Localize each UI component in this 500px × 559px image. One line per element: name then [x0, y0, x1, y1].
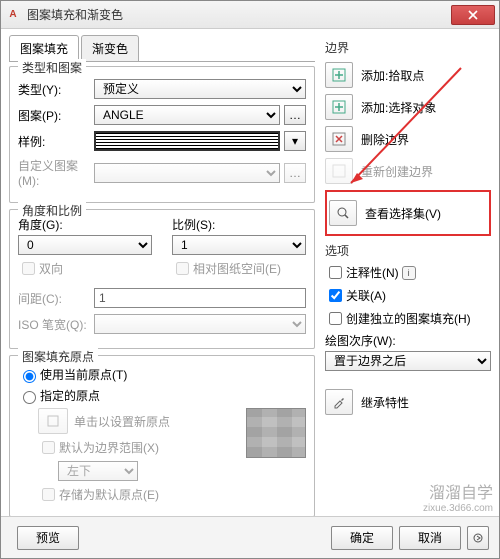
group-type-pattern: 类型和图案 类型(Y): 预定义 图案(P): ANGLE … 样例: [9, 66, 315, 203]
group-angle-scale: 角度和比例 角度(G): 0 比例(S): 1 双向 相对图纸空间(E) [9, 209, 315, 349]
use-current-origin-radio[interactable] [23, 370, 36, 383]
paper-space-checkbox [176, 262, 189, 275]
view-selection-label: 查看选择集(V) [365, 205, 441, 222]
annotative-checkbox[interactable] [329, 266, 342, 279]
preview-button[interactable]: 预览 [17, 526, 79, 550]
store-default-label: 存储为默认原点(E) [59, 486, 159, 503]
watermark: 溜溜自学 zixue.3d66.com [423, 479, 493, 514]
info-icon[interactable]: i [402, 266, 416, 280]
type-label: 类型(Y): [18, 81, 94, 98]
spacing-label: 间距(C): [18, 290, 94, 307]
options-header: 选项 [325, 242, 491, 259]
watermark-text: 溜溜自学 [423, 479, 493, 503]
sample-swatch[interactable] [94, 131, 280, 151]
cancel-button[interactable]: 取消 [399, 526, 461, 550]
custom-pattern-label: 自定义图案(M): [18, 157, 94, 188]
angle-select[interactable]: 0 [18, 235, 152, 255]
recreate-boundary-button [325, 158, 353, 184]
close-button[interactable] [451, 5, 495, 25]
remove-boundary-label: 删除边界 [361, 131, 409, 148]
click-set-origin-label: 单击以设置新原点 [74, 413, 170, 430]
custom-pattern-select [94, 163, 280, 183]
iso-pen-label: ISO 笔宽(Q): [18, 316, 94, 333]
annotative-label: 注释性(N) [346, 264, 399, 281]
close-icon [468, 10, 478, 20]
tab-gradient[interactable]: 渐变色 [81, 35, 139, 61]
magnifier-icon [336, 206, 350, 220]
recreate-icon [332, 164, 346, 178]
scale-select[interactable]: 1 [172, 235, 306, 255]
associative-label: 关联(A) [346, 287, 386, 304]
independent-label: 创建独立的图案填充(H) [346, 310, 471, 327]
target-icon [46, 414, 60, 428]
store-default-checkbox [42, 488, 55, 501]
add-select-object-button[interactable] [325, 94, 353, 120]
tab-hatch[interactable]: 图案填充 [9, 35, 79, 61]
paper-space-label: 相对图纸空间(E) [193, 260, 281, 277]
pattern-select[interactable]: ANGLE [94, 105, 280, 125]
default-bound-label: 默认为边界范围(X) [59, 439, 159, 456]
window-title: 图案填充和渐变色 [27, 6, 451, 23]
use-current-origin-label: 使用当前原点(T) [40, 366, 127, 383]
add-select-object-label: 添加:选择对象 [361, 99, 436, 116]
ok-button[interactable]: 确定 [331, 526, 393, 550]
group-title: 图案填充原点 [18, 348, 98, 365]
specified-origin-label: 指定的原点 [40, 387, 100, 404]
draw-order-select[interactable]: 置于边界之后 [325, 351, 491, 371]
set-origin-button [38, 408, 68, 434]
dialog-window: A 图案填充和渐变色 图案填充 渐变色 类型和图案 类型(Y): 预定义 图案(… [0, 0, 500, 559]
add-pick-point-button[interactable] [325, 62, 353, 88]
specified-origin-radio[interactable] [23, 391, 36, 404]
footer: 预览 确定 取消 [1, 516, 499, 558]
scale-label: 比例(S): [172, 216, 306, 233]
group-title: 角度和比例 [18, 202, 86, 219]
iso-pen-select [94, 314, 306, 334]
remove-boundary-button[interactable] [325, 126, 353, 152]
group-origin: 图案填充原点 使用当前原点(T) 指定的原点 单击以设置新原点 默认为边界范围(… [9, 355, 315, 517]
chevron-right-icon [473, 533, 483, 543]
sample-dropdown-button[interactable]: ▾ [284, 131, 306, 151]
recreate-boundary-label: 重新创建边界 [361, 163, 433, 180]
pattern-browse-button[interactable]: … [284, 105, 306, 125]
dropper-icon [332, 395, 346, 409]
inherit-properties-label: 继承特性 [361, 394, 409, 411]
add-pick-point-label: 添加:拾取点 [361, 67, 424, 84]
plus-icon [332, 68, 346, 82]
titlebar: A 图案填充和渐变色 [1, 1, 499, 29]
pattern-label: 图案(P): [18, 107, 94, 124]
plus-icon [332, 100, 346, 114]
origin-preview [246, 408, 306, 458]
origin-position-select: 左下 [58, 461, 138, 481]
group-title: 类型和图案 [18, 59, 86, 76]
expand-button[interactable] [467, 526, 489, 550]
sample-label: 样例: [18, 133, 94, 150]
tab-strip: 图案填充 渐变色 [9, 35, 315, 62]
inherit-properties-button[interactable] [325, 389, 353, 415]
custom-pattern-browse: … [284, 163, 306, 183]
default-bound-checkbox [42, 441, 55, 454]
spacing-input [94, 288, 306, 308]
watermark-url: zixue.3d66.com [423, 503, 493, 514]
draw-order-label: 绘图次序(W): [325, 332, 491, 349]
two-way-checkbox [22, 262, 35, 275]
remove-icon [332, 132, 346, 146]
highlighted-box: 查看选择集(V) [325, 190, 491, 236]
independent-checkbox[interactable] [329, 312, 342, 325]
app-icon: A [5, 7, 21, 23]
view-selection-button[interactable] [329, 200, 357, 226]
associative-checkbox[interactable] [329, 289, 342, 302]
two-way-label: 双向 [39, 260, 63, 277]
type-select[interactable]: 预定义 [94, 79, 306, 99]
boundary-header: 边界 [325, 39, 491, 56]
